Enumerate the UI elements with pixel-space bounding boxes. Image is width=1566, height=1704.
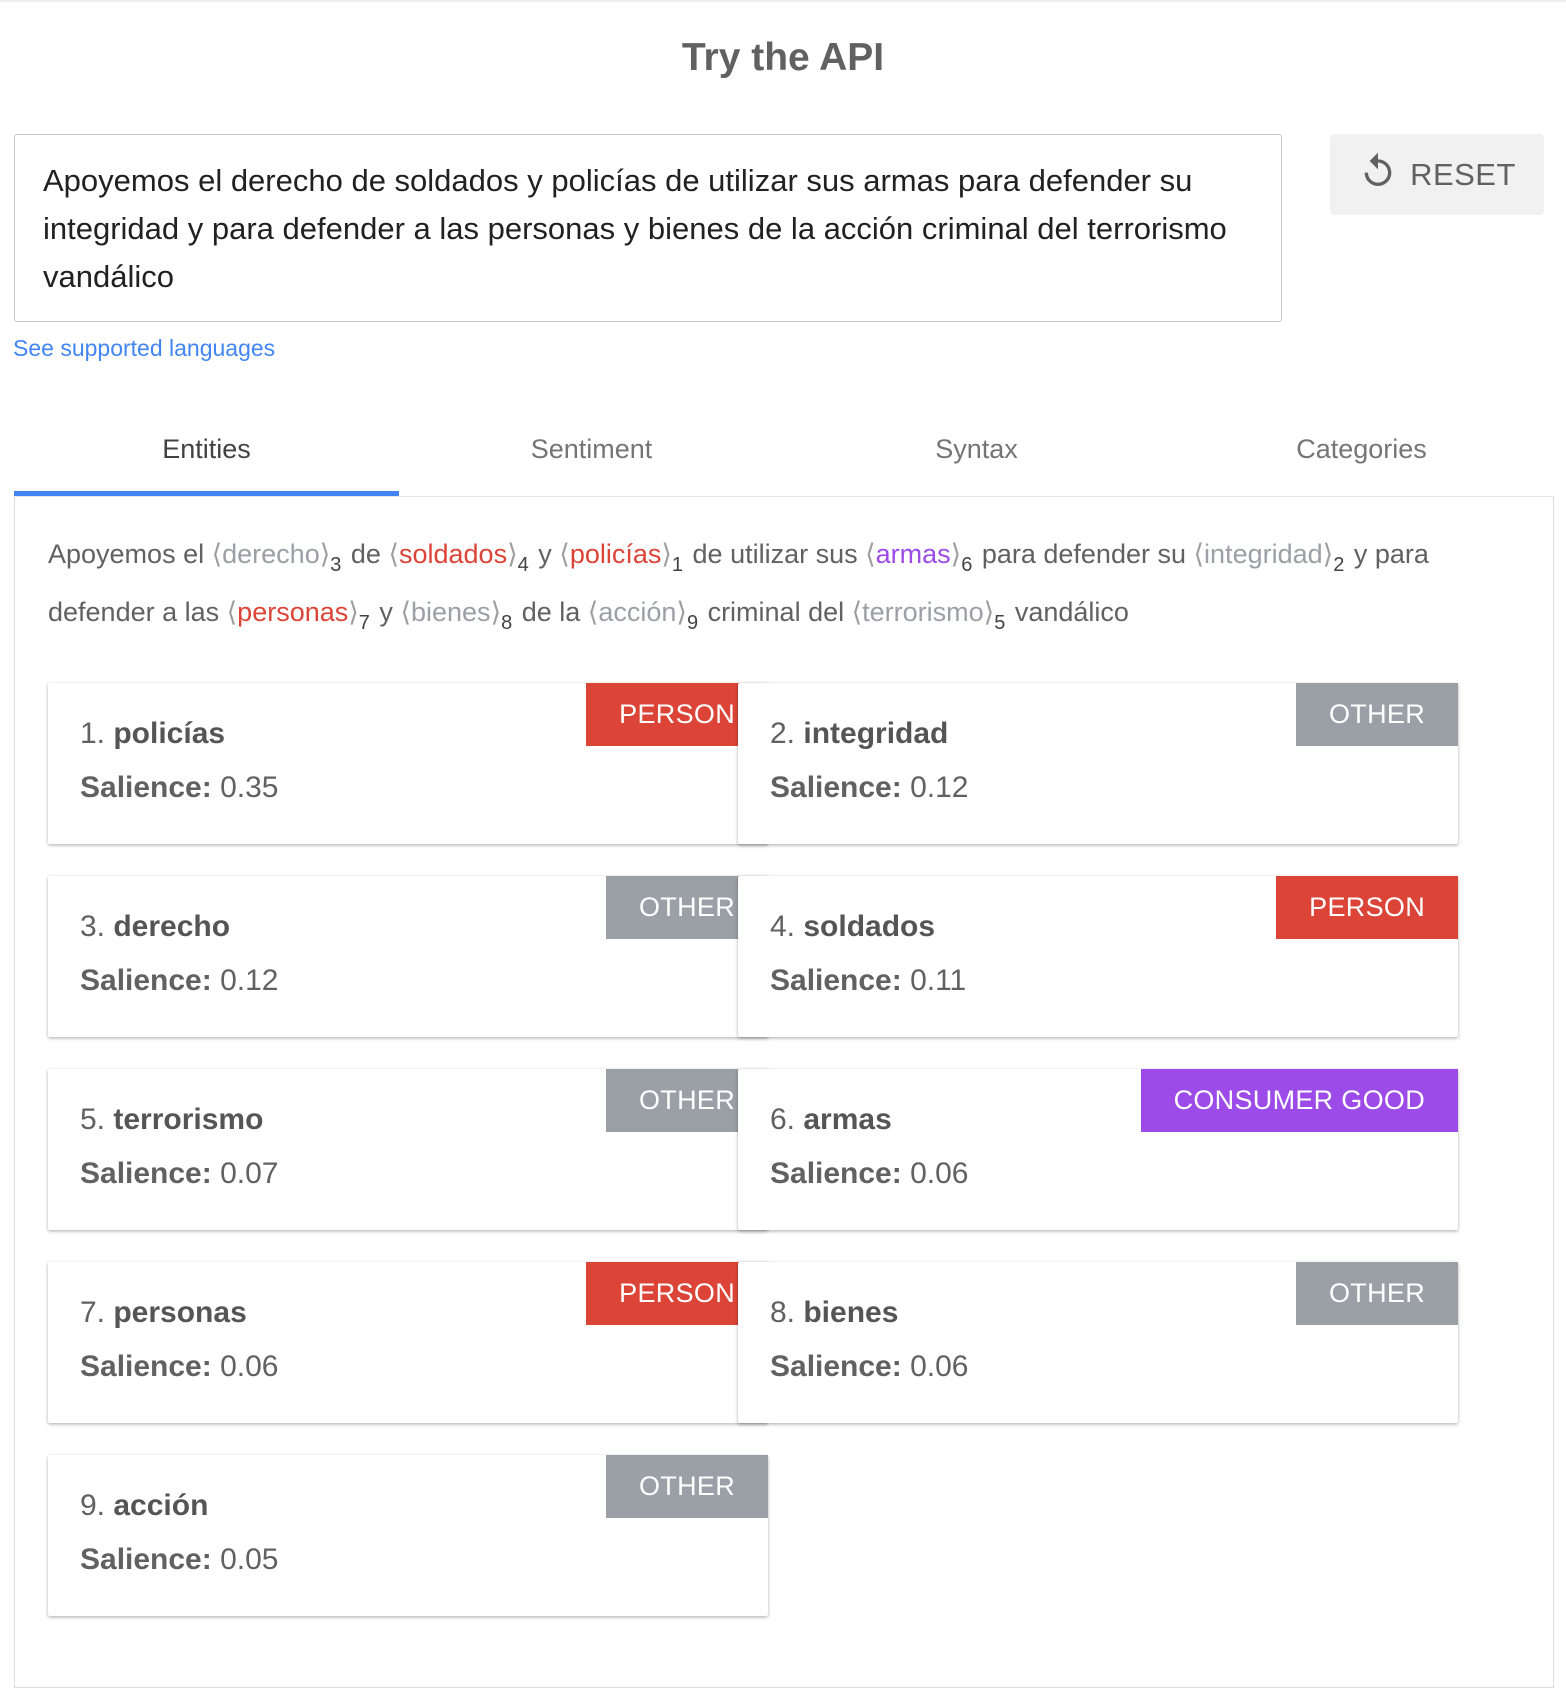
entity-name: 1. policías bbox=[80, 717, 226, 750]
entity-card[interactable]: CONSUMER GOOD 6. armas Salience: 0.06 bbox=[738, 1069, 1458, 1230]
entity-mention: ⟨personas⟩7 bbox=[226, 597, 370, 634]
entity-salience: Salience: 0.06 bbox=[770, 1350, 969, 1383]
entity-salience: Salience: 0.06 bbox=[770, 1157, 969, 1190]
entity-name: 5. terrorismo bbox=[80, 1103, 264, 1136]
text-input[interactable]: Apoyemos el derecho de soldados y policí… bbox=[14, 134, 1282, 322]
tab-entities[interactable]: Entities bbox=[14, 420, 399, 496]
entity-type-badge: OTHER bbox=[1296, 1262, 1458, 1325]
entity-card[interactable]: OTHER 2. integridad Salience: 0.12 bbox=[738, 683, 1458, 844]
entity-mention: ⟨terrorismo⟩5 bbox=[851, 597, 1006, 634]
entity-mention: ⟨armas⟩6 bbox=[865, 539, 973, 576]
entity-type-badge: CONSUMER GOOD bbox=[1140, 1069, 1458, 1132]
entity-salience: Salience: 0.07 bbox=[80, 1157, 279, 1190]
entities-panel: Apoyemos el ⟨derecho⟩3 de ⟨soldados⟩4 y … bbox=[14, 496, 1554, 1688]
entity-type-badge: OTHER bbox=[606, 1455, 768, 1518]
entity-type-badge: PERSON bbox=[1276, 876, 1458, 939]
entity-mention: ⟨derecho⟩3 bbox=[211, 539, 342, 576]
entity-card[interactable]: OTHER 9. acción Salience: 0.05 bbox=[48, 1455, 768, 1616]
entity-name: 2. integridad bbox=[770, 717, 949, 750]
entity-name: 9. acción bbox=[80, 1489, 209, 1522]
page-title: Try the API bbox=[681, 36, 885, 79]
entity-mention: ⟨acción⟩9 bbox=[587, 597, 699, 634]
entity-card[interactable]: PERSON 4. soldados Salience: 0.11 bbox=[738, 876, 1458, 1037]
entity-card[interactable]: OTHER 8. bienes Salience: 0.06 bbox=[738, 1262, 1458, 1423]
entity-name: 7. personas bbox=[80, 1296, 247, 1329]
tab-sentiment[interactable]: Sentiment bbox=[399, 420, 784, 496]
entity-name: 3. derecho bbox=[80, 910, 231, 943]
top-divider bbox=[0, 0, 1566, 2]
entity-salience: Salience: 0.12 bbox=[80, 964, 279, 997]
entity-card[interactable]: OTHER 5. terrorismo Salience: 0.07 bbox=[48, 1069, 768, 1230]
entity-mention: ⟨policías⟩1 bbox=[559, 539, 684, 576]
annotated-text: Apoyemos el ⟨derecho⟩3 de ⟨soldados⟩4 y … bbox=[48, 539, 1429, 634]
entity-salience: Salience: 0.05 bbox=[80, 1543, 279, 1576]
tab-categories[interactable]: Categories bbox=[1169, 420, 1554, 496]
entity-salience: Salience: 0.35 bbox=[80, 771, 279, 804]
entity-type-badge: OTHER bbox=[1296, 683, 1458, 746]
reset-icon bbox=[1358, 151, 1398, 199]
entity-salience: Salience: 0.11 bbox=[770, 964, 967, 997]
entity-mention: ⟨bienes⟩8 bbox=[400, 597, 513, 634]
entity-name: 4. soldados bbox=[770, 910, 936, 943]
analysis-tabs: Entities Sentiment Syntax Categories bbox=[14, 420, 1554, 496]
entity-salience: Salience: 0.12 bbox=[770, 771, 969, 804]
reset-button[interactable]: RESET bbox=[1330, 134, 1544, 215]
supported-languages-link[interactable]: See supported languages bbox=[13, 335, 275, 362]
entity-salience: Salience: 0.06 bbox=[80, 1350, 279, 1383]
entity-card[interactable]: PERSON 7. personas Salience: 0.06 bbox=[48, 1262, 768, 1423]
entity-name: 6. armas bbox=[770, 1103, 892, 1136]
entity-card[interactable]: PERSON 1. policías Salience: 0.35 bbox=[48, 683, 768, 844]
reset-label: RESET bbox=[1410, 156, 1516, 192]
tab-syntax[interactable]: Syntax bbox=[784, 420, 1169, 496]
entity-name: 8. bienes bbox=[770, 1296, 899, 1329]
entity-mention: ⟨soldados⟩4 bbox=[388, 539, 529, 576]
entity-mention: ⟨integridad⟩2 bbox=[1193, 539, 1345, 576]
entity-card[interactable]: OTHER 3. derecho Salience: 0.12 bbox=[48, 876, 768, 1037]
